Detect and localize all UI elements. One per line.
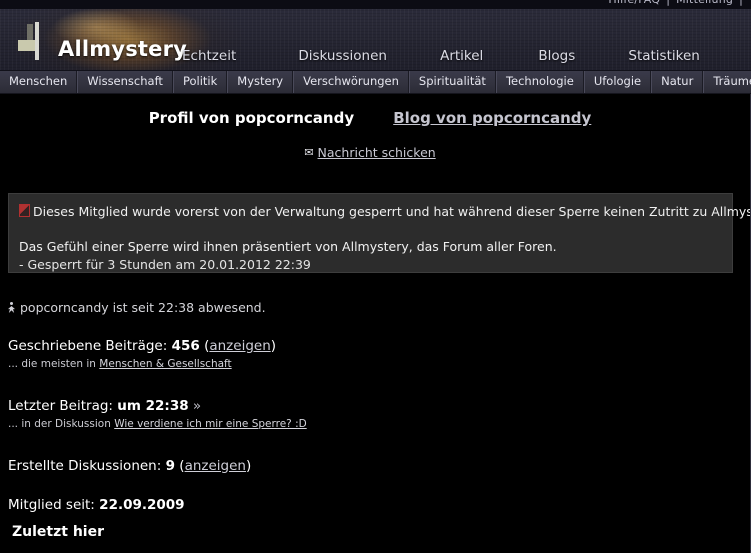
stat-posts: Geschriebene Beiträge: 456 (anzeigen) ..… <box>8 337 608 372</box>
stat-threads: Erstellte Diskussionen: 9 (anzeigen) <box>8 457 608 475</box>
stat-member-since: Mitglied seit: 22.09.2009 <box>8 496 608 514</box>
logo-shape-horizontal <box>18 40 36 51</box>
logo-shape-top <box>27 24 33 41</box>
nav-item-artikel[interactable]: Artikel <box>440 49 483 64</box>
main-navigation: Echtzeit Diskussionen Artikel Blogs Stat… <box>182 45 751 65</box>
category-spiritualitaet[interactable]: Spiritualität <box>408 71 496 93</box>
logo-shape-vertical <box>35 22 39 60</box>
category-technologie[interactable]: Technologie <box>495 71 584 93</box>
page-title: Profil von popcorncandy <box>148 109 355 127</box>
profile-header: Profil von popcorncandy Blog von popcorn… <box>0 108 740 127</box>
category-traeume[interactable]: Träume <box>703 71 751 93</box>
category-ufologie[interactable]: Ufologie <box>583 71 652 93</box>
ban-notice-primary-text: Dieses Mitglied wurde vorerst von der Ve… <box>33 204 751 219</box>
stat-member-since-label: Mitglied seit: <box>8 496 95 513</box>
stat-threads-label: Erstellte Diskussionen: <box>8 457 162 474</box>
stat-last-post-sub-prefix: ... in der Diskussion <box>8 418 111 431</box>
stat-threads-show-link[interactable]: anzeigen <box>185 458 246 474</box>
stat-member-since-value: 22.09.2009 <box>99 496 185 513</box>
stat-last-post-sub: ... in der Diskussion Wie verdiene ich m… <box>8 418 608 432</box>
stat-last-post-chevron[interactable]: » <box>193 398 201 414</box>
away-status-icon <box>8 302 16 313</box>
stat-threads-close-paren: ) <box>245 457 252 474</box>
top-utility-strip: Hilfe/FAQ|Mitteilung| <box>0 0 751 9</box>
top-link-help[interactable]: Hilfe/FAQ <box>608 0 660 6</box>
stat-threads-main: Erstellte Diskussionen: 9 (anzeigen) <box>8 457 608 475</box>
category-verschwoerungen[interactable]: Verschwörungen <box>293 71 409 93</box>
category-mystery[interactable]: Mystery <box>227 71 294 93</box>
stat-posts-sub-prefix: ... die meisten in <box>8 358 96 371</box>
nav-item-blogs[interactable]: Blogs <box>538 49 575 64</box>
stat-posts-label: Geschriebene Beiträge: <box>8 338 168 354</box>
profile-stats: popcorncandy ist seit 22:38 abwesend. Ge… <box>8 300 608 521</box>
stat-member-since-main: Mitglied seit: 22.09.2009 <box>8 496 608 514</box>
category-menschen[interactable]: Menschen <box>0 71 78 93</box>
category-politik[interactable]: Politik <box>172 71 228 93</box>
stat-last-post-value: um 22:38 <box>117 397 189 414</box>
stat-last-post: Letzter Beitrag: um 22:38 » ... in der D… <box>8 397 608 432</box>
nav-item-echtzeit[interactable]: Echtzeit <box>182 49 236 64</box>
away-status-text: popcorncandy ist seit 22:38 abwesend. <box>20 300 266 315</box>
allmystery-logo-icon[interactable] <box>18 22 52 60</box>
nav-item-diskussionen[interactable]: Diskussionen <box>298 49 387 64</box>
top-utility-links: Hilfe/FAQ|Mitteilung| <box>602 0 743 6</box>
category-wissenschaft[interactable]: Wissenschaft <box>77 71 173 93</box>
broken-image-icon <box>19 204 30 217</box>
send-message-link[interactable]: Nachricht schicken <box>318 145 436 160</box>
ban-notice-box: Dieses Mitglied wurde vorerst von der Ve… <box>8 193 751 274</box>
stat-posts-main: Geschriebene Beiträge: 456 (anzeigen) <box>8 337 608 355</box>
section-title-zuletzt-hier: Zuletzt hier <box>12 524 104 540</box>
stat-threads-value: 9 <box>165 457 175 474</box>
away-status: popcorncandy ist seit 22:38 abwesend. <box>8 300 608 315</box>
site-header: Allmystery Echtzeit Diskussionen Artikel… <box>0 9 751 71</box>
stat-last-post-label: Letzter Beitrag: <box>8 397 113 414</box>
envelope-icon: ✉ <box>304 146 314 159</box>
nav-item-statistiken[interactable]: Statistiken <box>628 49 699 64</box>
blog-link[interactable]: Blog von popcorncandy <box>393 109 591 127</box>
stat-last-post-thread-link[interactable]: Wie verdiene ich mir eine Sperre? :D <box>114 418 306 430</box>
ban-notice-line3: - Gesperrt für 3 Stunden am 20.01.2012 2… <box>19 256 311 272</box>
top-link-notice[interactable]: Mitteilung <box>676 0 733 6</box>
site-brand-title[interactable]: Allmystery <box>58 39 187 60</box>
stat-posts-value: 456 <box>171 338 200 354</box>
stat-posts-close-paren: ) <box>270 338 277 354</box>
category-navigation: Menschen Wissenschaft Politik Mystery Ve… <box>0 71 751 94</box>
stat-posts-show-link[interactable]: anzeigen <box>209 338 270 354</box>
page-content: Profil von popcorncandy Blog von popcorn… <box>0 94 751 553</box>
stat-posts-sub: ... die meisten in Menschen & Gesellscha… <box>8 358 608 372</box>
ban-notice-line2: Das Gefühl einer Sperre wird ihnen präse… <box>19 238 557 254</box>
send-message-row: ✉ Nachricht schicken <box>0 145 740 160</box>
ban-notice-details: Das Gefühl einer Sperre wird ihnen präse… <box>19 238 720 274</box>
category-natur[interactable]: Natur <box>651 71 704 93</box>
ban-notice-primary: Dieses Mitglied wurde vorerst von der Ve… <box>19 204 751 220</box>
stat-last-post-main: Letzter Beitrag: um 22:38 » <box>8 397 608 415</box>
stat-posts-category-link[interactable]: Menschen & Gesellschaft <box>99 358 231 370</box>
